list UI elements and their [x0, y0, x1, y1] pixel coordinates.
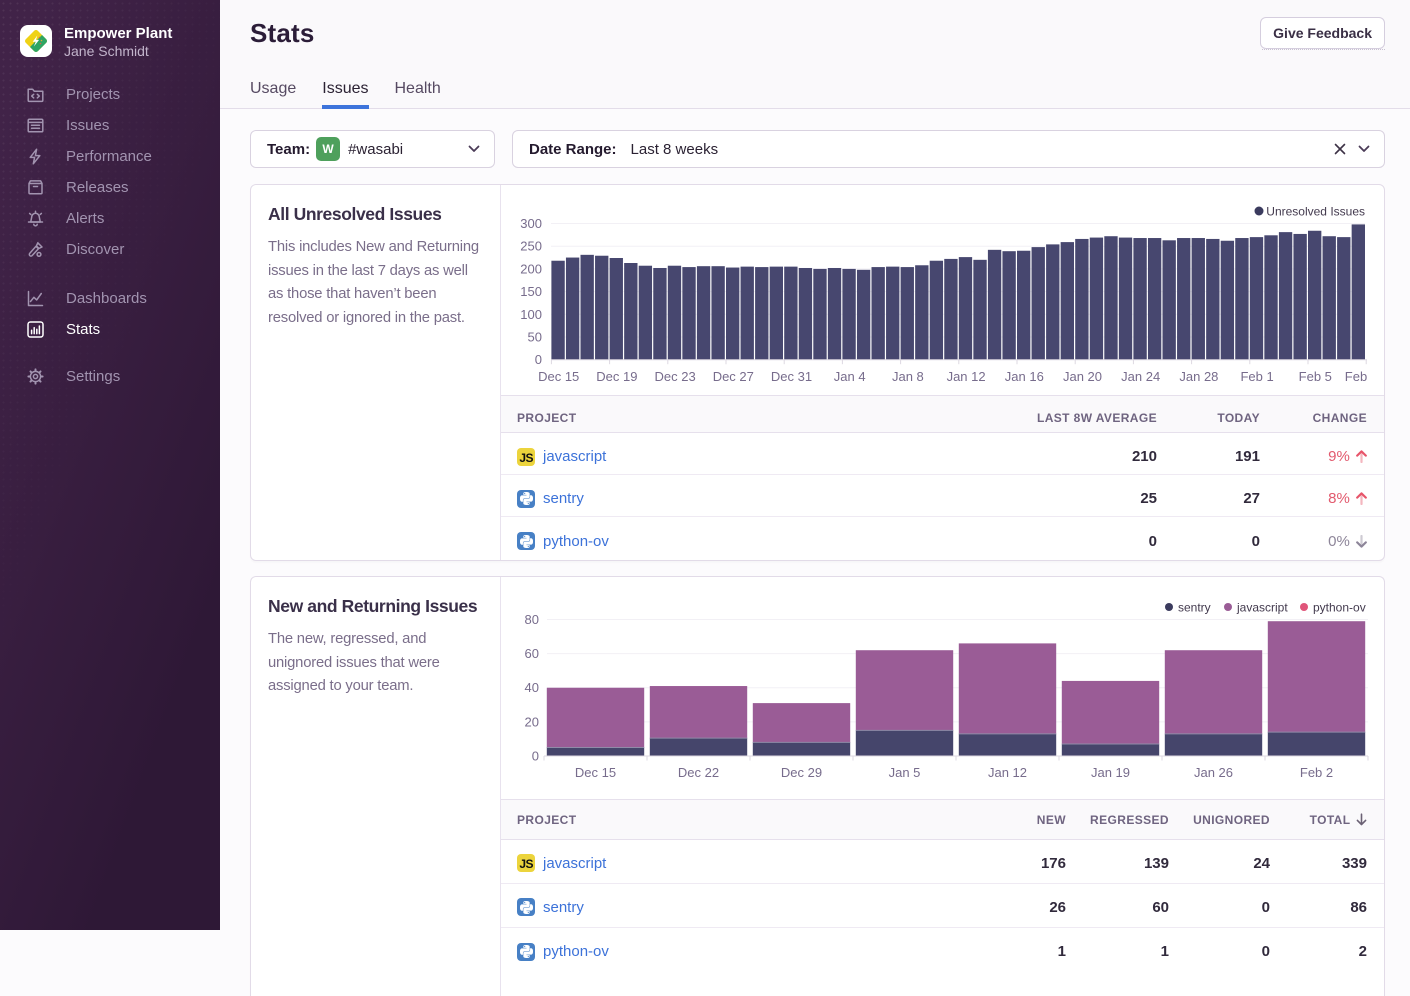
svg-text:Jan 20: Jan 20 — [1063, 369, 1102, 384]
svg-text:Feb 5: Feb 5 — [1299, 369, 1332, 384]
svg-text:python-ov: python-ov — [1313, 601, 1366, 615]
svg-text:40: 40 — [525, 680, 539, 695]
svg-text:Dec 23: Dec 23 — [654, 369, 695, 384]
svg-text:Jan 24: Jan 24 — [1121, 369, 1160, 384]
svg-text:300: 300 — [520, 216, 542, 231]
svg-text:Jan 12: Jan 12 — [988, 765, 1027, 780]
svg-text:Feb: Feb — [1345, 369, 1367, 384]
svg-text:250: 250 — [520, 239, 542, 254]
svg-text:60: 60 — [525, 646, 539, 661]
svg-text:Jan 28: Jan 28 — [1179, 369, 1218, 384]
svg-text:150: 150 — [520, 284, 542, 299]
svg-text:0: 0 — [532, 749, 539, 764]
svg-text:Dec 27: Dec 27 — [713, 369, 754, 384]
svg-text:javascript: javascript — [1236, 601, 1288, 615]
svg-text:Jan 26: Jan 26 — [1194, 765, 1233, 780]
svg-text:Jan 16: Jan 16 — [1005, 369, 1044, 384]
svg-text:sentry: sentry — [1178, 601, 1211, 615]
svg-text:200: 200 — [520, 261, 542, 276]
svg-text:80: 80 — [525, 612, 539, 627]
svg-text:Dec 15: Dec 15 — [538, 369, 579, 384]
svg-text:Unresolved Issues: Unresolved Issues — [1266, 205, 1365, 219]
svg-text:0: 0 — [535, 352, 542, 367]
svg-text:Jan 19: Jan 19 — [1091, 765, 1130, 780]
svg-text:100: 100 — [520, 307, 542, 322]
svg-text:Feb 2: Feb 2 — [1300, 765, 1333, 780]
svg-text:Dec 31: Dec 31 — [771, 369, 812, 384]
svg-text:Jan 5: Jan 5 — [889, 765, 921, 780]
svg-text:Feb 1: Feb 1 — [1240, 369, 1273, 384]
svg-text:20: 20 — [525, 714, 539, 729]
svg-text:Dec 29: Dec 29 — [781, 765, 822, 780]
svg-text:Dec 22: Dec 22 — [678, 765, 719, 780]
svg-text:Jan 4: Jan 4 — [834, 369, 866, 384]
svg-text:Jan 12: Jan 12 — [947, 369, 986, 384]
svg-text:Dec 15: Dec 15 — [575, 765, 616, 780]
svg-text:Jan 8: Jan 8 — [892, 369, 924, 384]
svg-text:50: 50 — [528, 330, 542, 345]
svg-text:Dec 19: Dec 19 — [596, 369, 637, 384]
